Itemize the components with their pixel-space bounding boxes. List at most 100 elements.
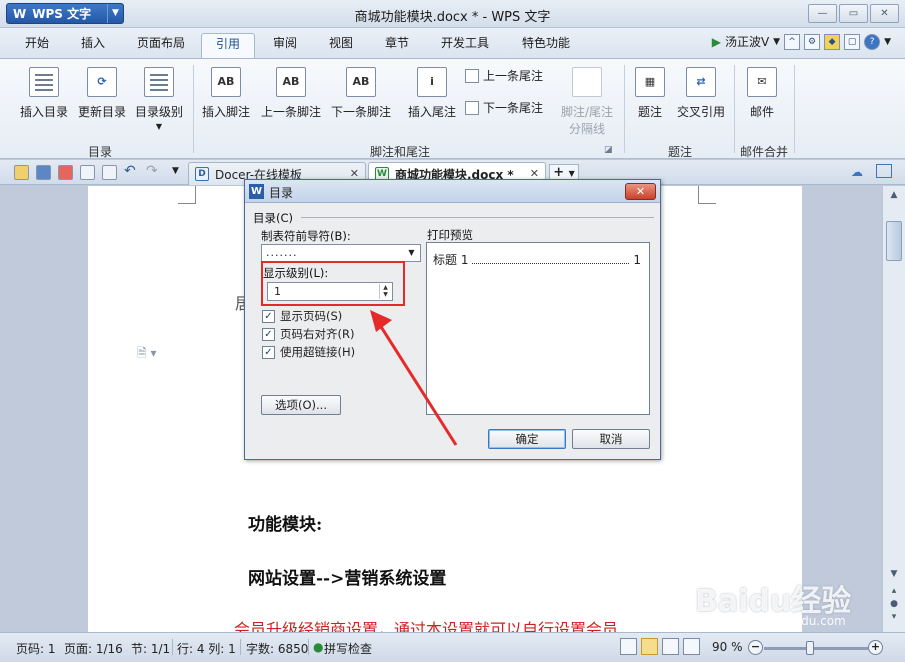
undo-icon[interactable]: ↶	[124, 163, 136, 179]
next-endnote-icon	[465, 100, 479, 115]
vertical-scrollbar[interactable]: ▲ ▼ ▴ ● ▾	[882, 186, 905, 632]
redo-icon[interactable]: ↷	[146, 163, 158, 179]
tab-page-layout[interactable]: 页面布局	[128, 33, 194, 58]
caption-icon: ▦	[635, 67, 665, 97]
insert-toc-button[interactable]: 插入目录	[18, 67, 70, 120]
tab-special-features[interactable]: 特色功能	[510, 33, 582, 58]
options-button[interactable]: 选项(O)...	[261, 395, 341, 415]
docer-icon: D	[195, 167, 209, 181]
tab-chapter[interactable]: 章节	[374, 33, 420, 58]
document-red-text: 会员升级经销商设置，通过本设置就可以自行设置会员	[234, 620, 619, 632]
use-hyperlinks-checkbox[interactable]: ✓ 使用超链接(H)	[262, 344, 355, 360]
user-area: ▶ 汤正波V ▼ ^ ⚙ ◆ ▢ ? ▼	[712, 33, 891, 50]
checkmark-icon: ✓	[262, 345, 275, 359]
minimize-button[interactable]: —	[808, 4, 837, 23]
prev-page-icon[interactable]: ▴	[886, 586, 902, 596]
dialog-launcher-icon[interactable]: ◪	[604, 145, 613, 155]
insert-endnote-button[interactable]: i 插入尾注	[404, 67, 460, 120]
dialog-title-bar[interactable]: W 目录 ✕	[245, 180, 660, 203]
web-view-icon[interactable]	[683, 638, 700, 655]
tab-leader-select[interactable]: ....... ▼	[261, 244, 421, 262]
document-heading-modules: 功能模块:	[248, 515, 323, 535]
chevron-down-icon[interactable]: ▼	[172, 166, 179, 176]
scroll-thumb[interactable]	[886, 221, 902, 261]
footnote-icon: AB	[211, 67, 241, 97]
zoom-slider-track[interactable]	[764, 647, 868, 650]
checkmark-icon: ✓	[262, 309, 275, 323]
save-icon[interactable]	[36, 165, 51, 180]
tab-view[interactable]: 视图	[318, 33, 364, 58]
status-page: 页码: 1	[16, 642, 56, 656]
print-preview-icon[interactable]	[102, 165, 117, 180]
mail-button[interactable]: ✉ 邮件	[742, 67, 782, 120]
layout-icon[interactable]	[876, 164, 892, 178]
update-toc-button[interactable]: ⟳ 更新目录	[76, 67, 128, 120]
chevron-down-icon[interactable]: ▼	[884, 37, 891, 47]
tab-references[interactable]: 引用	[201, 33, 255, 58]
outline-view-icon[interactable]	[662, 638, 679, 655]
full-screen-view-icon[interactable]	[620, 638, 637, 655]
next-page-icon[interactable]: ▾	[886, 612, 902, 622]
help-icon[interactable]: ?	[864, 33, 881, 50]
user-name[interactable]: 汤正波V	[725, 33, 769, 50]
tab-home[interactable]: 开始	[14, 33, 60, 58]
pdf-icon[interactable]	[58, 165, 73, 180]
note-separator-button[interactable]: 脚注/尾注 分隔线	[556, 67, 618, 137]
maximize-button[interactable]: ▭	[839, 4, 868, 23]
close-button[interactable]: ✕	[870, 4, 899, 23]
highlight-box	[261, 261, 405, 306]
scroll-up-icon[interactable]: ▲	[886, 190, 902, 200]
prev-footnote-button[interactable]: AB 上一条脚注	[259, 67, 323, 120]
chevron-down-icon[interactable]: ▼	[404, 245, 420, 261]
theme-icon[interactable]: ◆	[824, 33, 841, 50]
chevron-down-icon[interactable]: ▼	[773, 37, 780, 47]
tab-review[interactable]: 审阅	[262, 33, 308, 58]
page-view-icon[interactable]	[641, 638, 658, 655]
group-separator	[193, 65, 194, 153]
toc-level-button[interactable]: 目录级别 ▼	[133, 67, 185, 131]
zoom-in-button[interactable]: +	[868, 640, 883, 655]
scroll-down-icon[interactable]: ▼	[886, 569, 902, 579]
cancel-button[interactable]: 取消	[572, 429, 650, 449]
preview-entry: 标题 1	[433, 253, 469, 267]
mail-icon: ✉	[747, 67, 777, 97]
status-pages: 页面: 1/16	[64, 642, 123, 656]
group-separator	[794, 65, 795, 153]
endnote-icon: i	[417, 67, 447, 97]
print-icon[interactable]	[80, 165, 95, 180]
prev-endnote-button[interactable]: 上一条尾注	[465, 67, 543, 84]
ok-button[interactable]: 确定	[488, 429, 566, 449]
window-title: 商城功能模块.docx * - WPS 文字	[354, 10, 551, 25]
open-icon[interactable]	[14, 165, 29, 180]
group-separator	[734, 65, 735, 153]
toc-level-icon	[144, 67, 174, 97]
cloud-icon[interactable]: ☁	[851, 165, 863, 179]
right-align-page-numbers-checkbox[interactable]: ✓ 页码右对齐(R)	[262, 326, 354, 342]
skin-icon[interactable]: ⚙	[804, 33, 821, 50]
next-endnote-button[interactable]: 下一条尾注	[465, 99, 543, 116]
status-section: 节: 1/1	[131, 642, 171, 656]
group-separator	[624, 65, 625, 153]
tab-insert[interactable]: 插入	[70, 33, 116, 58]
insert-footnote-button[interactable]: AB 插入脚注	[200, 67, 252, 120]
group-label-toc: 目录	[87, 145, 112, 159]
share-icon[interactable]: ▢	[844, 33, 861, 50]
select-browse-icon[interactable]: ●	[886, 599, 902, 609]
zoom-level[interactable]: 90 %	[712, 640, 743, 654]
cross-reference-button[interactable]: ⇄ 交叉引用	[674, 67, 728, 120]
next-footnote-button[interactable]: AB 下一条脚注	[329, 67, 393, 120]
tab-developer[interactable]: 开发工具	[430, 33, 500, 58]
status-spell-check[interactable]: 拼写检查	[324, 640, 372, 657]
status-word-count[interactable]: 字数: 6850	[246, 640, 308, 657]
show-page-numbers-checkbox[interactable]: ✓ 显示页码(S)	[262, 308, 342, 324]
dialog-title: 目录	[269, 186, 294, 200]
baidu-watermark-url: jingyan.baidu.com	[735, 614, 846, 628]
caption-button[interactable]: ▦ 题注	[630, 67, 670, 120]
zoom-out-button[interactable]: −	[748, 640, 763, 655]
collapse-ribbon-icon[interactable]: ^	[784, 33, 801, 50]
paragraph-icon[interactable]: 🗎 ▾	[137, 344, 157, 365]
zoom-slider-knob[interactable]	[806, 641, 814, 655]
status-separator	[240, 639, 241, 655]
dialog-close-button[interactable]: ✕	[625, 183, 656, 200]
spell-check-icon: ●	[313, 640, 324, 654]
